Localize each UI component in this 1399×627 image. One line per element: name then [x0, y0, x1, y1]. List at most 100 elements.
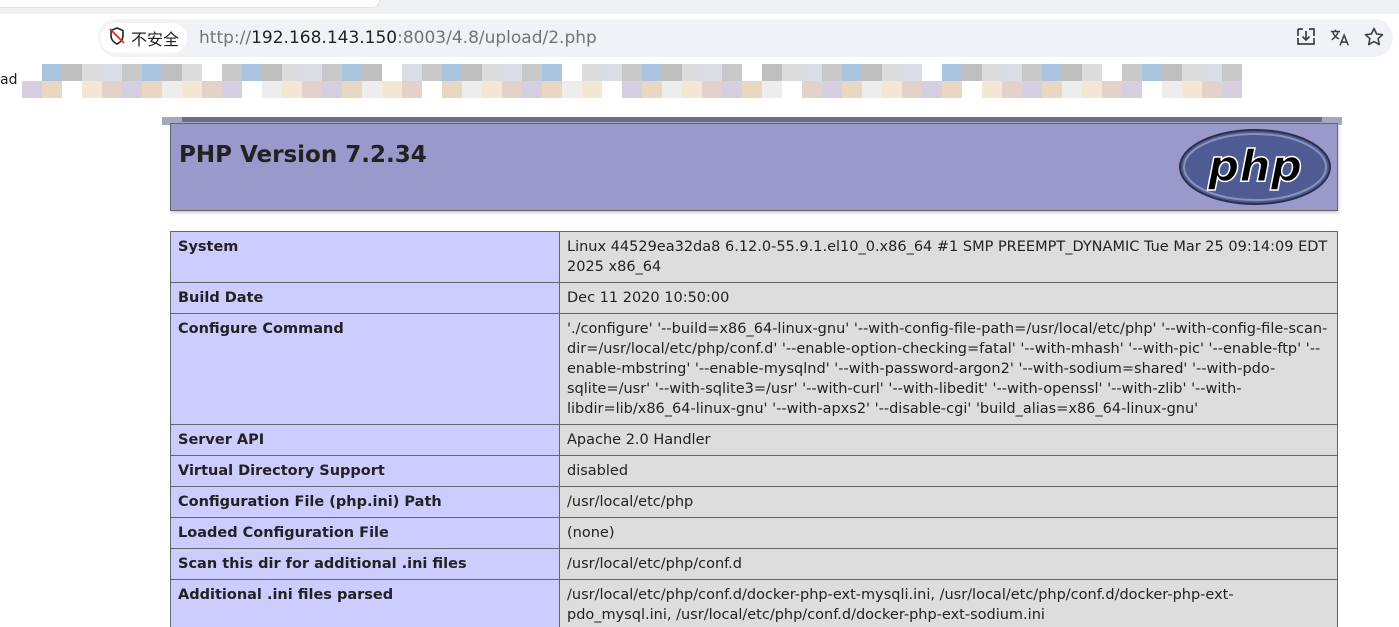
mosaic-column	[102, 64, 122, 98]
security-indicator[interactable]: 不安全	[100, 23, 188, 53]
mosaic-block	[942, 64, 962, 81]
mosaic-block	[422, 81, 442, 98]
mosaic-block	[122, 81, 142, 98]
mosaic-block	[102, 81, 122, 98]
url-text[interactable]: http://192.168.143.150:8003/4.8/upload/2…	[199, 28, 597, 48]
mosaic-block	[422, 64, 442, 81]
mosaic-block	[62, 81, 82, 98]
table-row: Configure Command './configure' '--build=…	[170, 313, 1338, 425]
mosaic-block	[1082, 64, 1102, 81]
translate-icon[interactable]	[1329, 25, 1351, 49]
mosaic-block	[262, 81, 282, 98]
mosaic-block	[622, 81, 642, 98]
mosaic-block	[642, 81, 662, 98]
mosaic-block	[22, 64, 42, 81]
mosaic-block	[1122, 64, 1142, 81]
mosaic-block	[642, 64, 662, 81]
mosaic-column	[42, 64, 62, 98]
table-row: Server API Apache 2.0 Handler	[170, 424, 1338, 456]
mosaic-block	[62, 64, 82, 81]
mosaic-block	[262, 64, 282, 81]
mosaic-block	[522, 64, 542, 81]
mosaic-column	[82, 64, 102, 98]
mosaic-column	[562, 64, 582, 98]
mosaic-block	[1042, 64, 1062, 81]
mosaic-block	[302, 64, 322, 81]
page-title: PHP Version 7.2.34	[179, 142, 427, 168]
address-bar-area: 不安全 http://192.168.143.150:8003/4.8/uplo…	[0, 14, 1399, 62]
mosaic-block	[882, 64, 902, 81]
table-row: Scan this dir for additional .ini files /…	[170, 548, 1338, 580]
mosaic-column	[122, 64, 142, 98]
mosaic-block	[302, 81, 322, 98]
mosaic-block	[922, 81, 942, 98]
security-label: 不安全	[131, 30, 180, 49]
mosaic-block	[442, 81, 462, 98]
mosaic-column	[542, 64, 562, 98]
mosaic-column	[642, 64, 662, 98]
mosaic-column	[182, 64, 202, 98]
mosaic-column	[1062, 64, 1082, 98]
mosaic-block	[102, 64, 122, 81]
row-value: /usr/local/etc/php/conf.d/docker-php-ext…	[559, 579, 1338, 627]
mosaic-column	[1042, 64, 1062, 98]
mosaic-column	[142, 64, 162, 98]
row-key: Configuration File (php.ini) Path	[170, 486, 560, 518]
mosaic-block	[762, 81, 782, 98]
phpinfo-page: PHP Version 7.2.34 php System Linux 44529…	[0, 100, 1399, 627]
download-icon[interactable]	[1295, 25, 1317, 49]
active-tab-edge[interactable]	[0, 0, 380, 8]
mosaic-column	[842, 64, 862, 98]
mosaic-block	[902, 64, 922, 81]
mosaic-block	[322, 81, 342, 98]
mosaic-block	[562, 64, 582, 81]
mosaic-column	[522, 64, 542, 98]
mosaic-block	[242, 64, 262, 81]
mosaic-column	[62, 64, 82, 98]
mosaic-block	[622, 64, 642, 81]
mosaic-block	[282, 64, 302, 81]
mosaic-block	[502, 64, 522, 81]
php-logo[interactable]: php	[1178, 129, 1332, 209]
mosaic-block	[782, 64, 802, 81]
row-key: Additional .ini files parsed	[170, 579, 560, 627]
mosaic-block	[822, 81, 842, 98]
mosaic-block	[802, 64, 822, 81]
mosaic-block	[382, 64, 402, 81]
mosaic-block	[862, 64, 882, 81]
mosaic-block	[442, 64, 462, 81]
mosaic-block	[842, 81, 862, 98]
mosaic-column	[282, 64, 302, 98]
mosaic-block	[702, 81, 722, 98]
mosaic-block	[362, 81, 382, 98]
table-row: Build Date Dec 11 2020 10:50:00	[170, 282, 1338, 314]
mosaic-block	[522, 81, 542, 98]
bookmark-star-icon[interactable]	[1363, 25, 1385, 49]
mosaic-column	[1142, 64, 1162, 98]
omnibox[interactable]: 不安全 http://192.168.143.150:8003/4.8/uplo…	[98, 19, 1393, 57]
mosaic-block	[182, 81, 202, 98]
bookmark-item[interactable]: ad	[0, 72, 17, 88]
mosaic-block	[342, 81, 362, 98]
table-row: Configuration File (php.ini) Path/usr/lo…	[170, 486, 1338, 518]
mosaic-column	[822, 64, 842, 98]
mosaic-block	[482, 64, 502, 81]
mosaic-block	[562, 81, 582, 98]
table-row: Additional .ini files parsed/usr/local/e…	[170, 579, 1338, 627]
mosaic-column	[742, 64, 762, 98]
mosaic-column	[1162, 64, 1182, 98]
mosaic-block	[922, 64, 942, 81]
row-key: Build Date	[170, 282, 560, 314]
mosaic-column	[682, 64, 702, 98]
mosaic-block	[1162, 81, 1182, 98]
mosaic-column	[602, 64, 622, 98]
table-row: Loaded Configuration File (none)	[170, 517, 1338, 549]
mosaic-block	[722, 81, 742, 98]
mosaic-column	[1022, 64, 1042, 98]
mosaic-column	[342, 64, 362, 98]
mosaic-block	[962, 81, 982, 98]
mosaic-block	[342, 64, 362, 81]
mosaic-column	[242, 64, 262, 98]
scroll-shadow-inner	[182, 117, 1322, 122]
mosaic-column	[942, 64, 962, 98]
